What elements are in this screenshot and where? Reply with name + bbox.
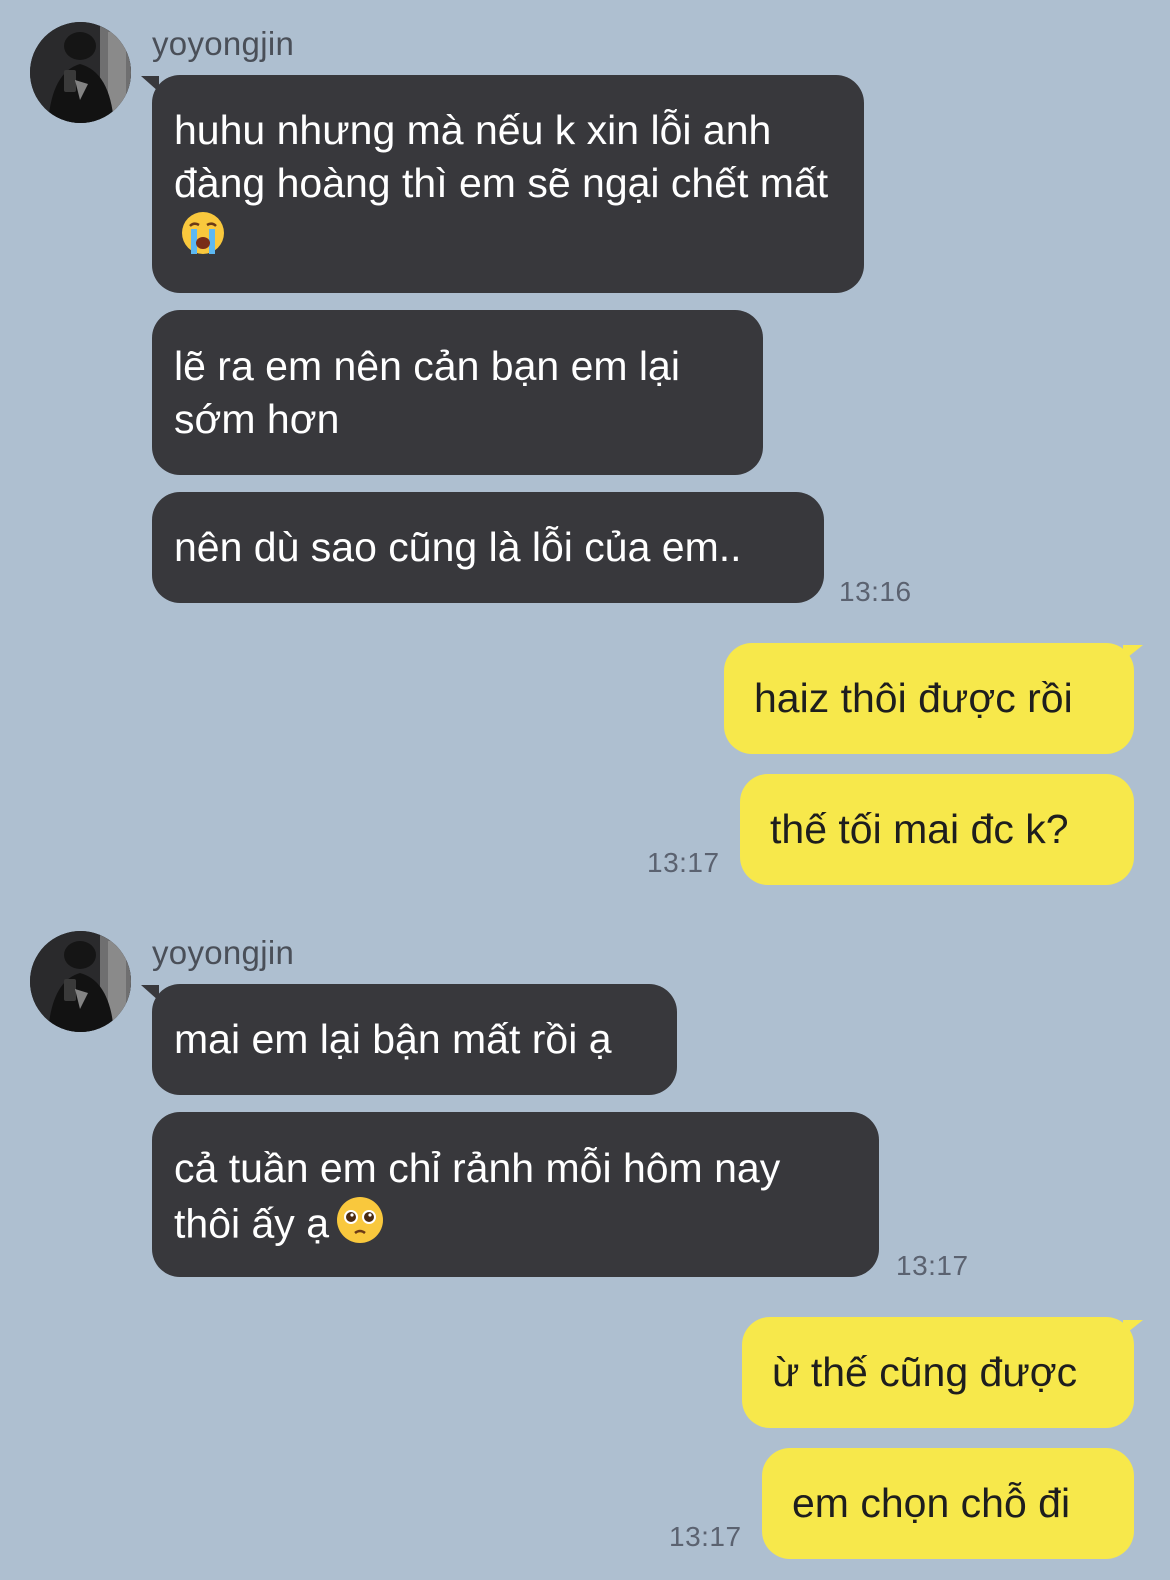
message-bubble[interactable]: mai em lại bận mất rồi ạ xyxy=(152,984,677,1095)
timestamp: 13:17 xyxy=(669,1521,742,1552)
avatar[interactable] xyxy=(30,22,131,123)
message-bubble[interactable]: ừ thế cũng được xyxy=(742,1317,1134,1428)
message-text: lẽ ra em nên cản bạn em lại sớm hơn xyxy=(174,343,680,442)
message-text: cả tuần em chỉ rảnh mỗi hôm nay thôi ấy … xyxy=(174,1142,857,1258)
timestamp: 13:16 xyxy=(839,576,912,607)
pleading-face-icon xyxy=(335,1195,385,1258)
message-bubble[interactable]: thế tối mai đc k? xyxy=(740,774,1134,885)
profile-photo-icon xyxy=(30,931,131,1032)
sender-name: yoyongjin xyxy=(152,934,295,971)
message-bubble[interactable]: haiz thôi được rồi xyxy=(724,643,1134,754)
message-bubble[interactable]: lẽ ra em nên cản bạn em lại sớm hơn xyxy=(152,310,763,475)
message-bubble[interactable]: cả tuần em chỉ rảnh mỗi hôm nay thôi ấy … xyxy=(152,1112,879,1277)
message-text: thế tối mai đc k? xyxy=(770,806,1069,852)
message-text: haiz thôi được rồi xyxy=(754,675,1073,721)
message-text: huhu nhưng mà nếu k xin lỗi anh đàng hoà… xyxy=(174,104,842,269)
avatar[interactable] xyxy=(30,931,131,1032)
message-bubble[interactable]: em chọn chỗ đi xyxy=(762,1448,1134,1559)
sender-name: yoyongjin xyxy=(152,25,295,62)
message-text: nên dù sao cũng là lỗi của em.. xyxy=(174,524,742,570)
loudly-crying-face-icon xyxy=(180,210,226,269)
message-text: ừ thế cũng được xyxy=(772,1349,1078,1395)
message-bubble[interactable]: huhu nhưng mà nếu k xin lỗi anh đàng hoà… xyxy=(152,75,864,293)
message-bubble[interactable]: nên dù sao cũng là lỗi của em.. xyxy=(152,492,824,603)
message-text: mai em lại bận mất rồi ạ xyxy=(174,1016,612,1062)
timestamp: 13:17 xyxy=(896,1250,969,1281)
timestamp: 13:17 xyxy=(647,847,720,878)
profile-photo-icon xyxy=(30,22,131,123)
message-text: em chọn chỗ đi xyxy=(792,1480,1071,1526)
